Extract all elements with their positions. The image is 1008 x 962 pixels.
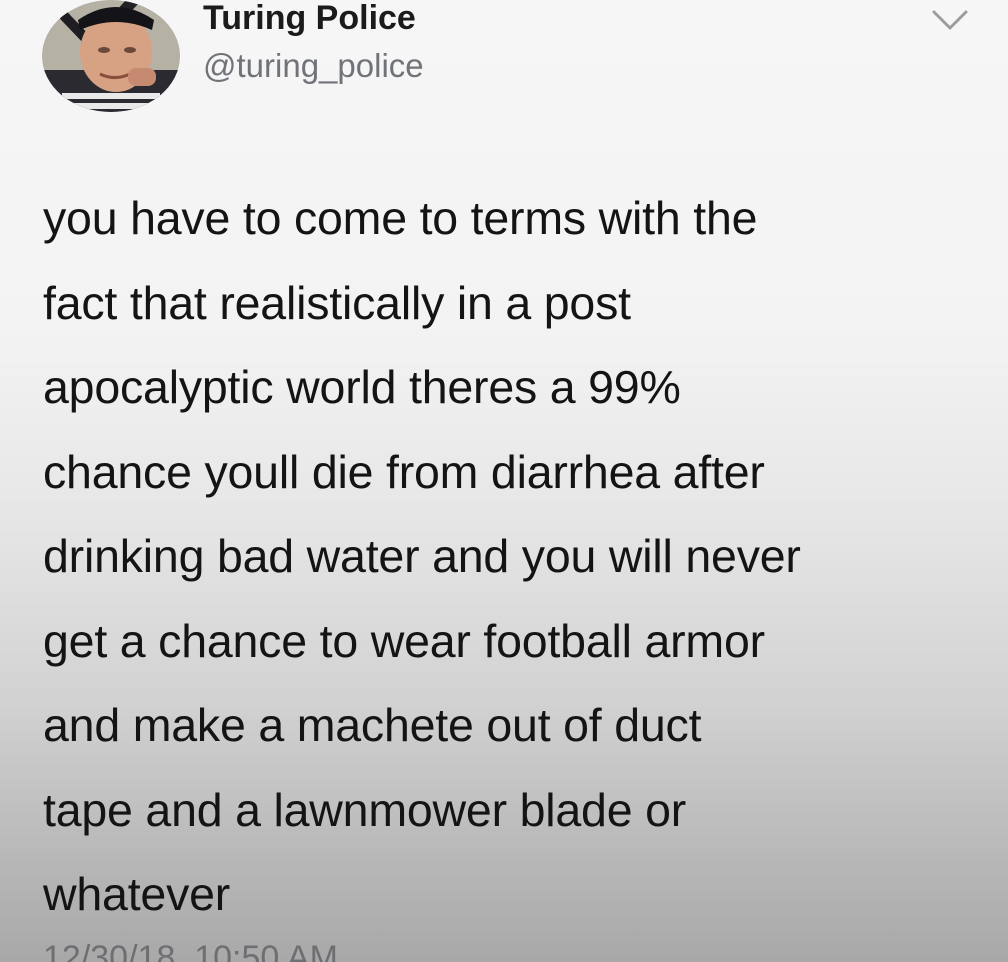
tweet-text-line: chance youll die from diarrhea after xyxy=(43,445,765,498)
tweet-text-line: tape and a lawnmower blade or xyxy=(43,783,687,836)
tweet-text-line: fact that realistically in a post xyxy=(43,276,631,329)
tweet-text-line: and make a machete out of duct xyxy=(43,699,702,751)
tweet-text-line: drinking bad water and you will never xyxy=(43,530,801,582)
tweet-text-line: you have to come to terms with the xyxy=(43,192,758,244)
author-handle[interactable]: @turing_police xyxy=(203,47,424,85)
tweet-card: Turing Police @turing_police you have to… xyxy=(0,0,1008,962)
tweet-text-line: whatever xyxy=(43,868,231,920)
tweet-text-line: get a chance to wear football armor xyxy=(43,614,765,667)
avatar[interactable] xyxy=(42,0,180,112)
tweet-text: you have to come to terms with the fact … xyxy=(43,176,983,937)
tweet-text-line: apocalyptic world theres a 99% xyxy=(43,361,681,413)
chevron-down-icon[interactable] xyxy=(928,6,972,34)
avatar-photo xyxy=(42,0,180,112)
author-display-name[interactable]: Turing Police xyxy=(203,0,416,36)
tweet-timestamp[interactable]: 12/30/18, 10:50 AM xyxy=(43,938,338,962)
